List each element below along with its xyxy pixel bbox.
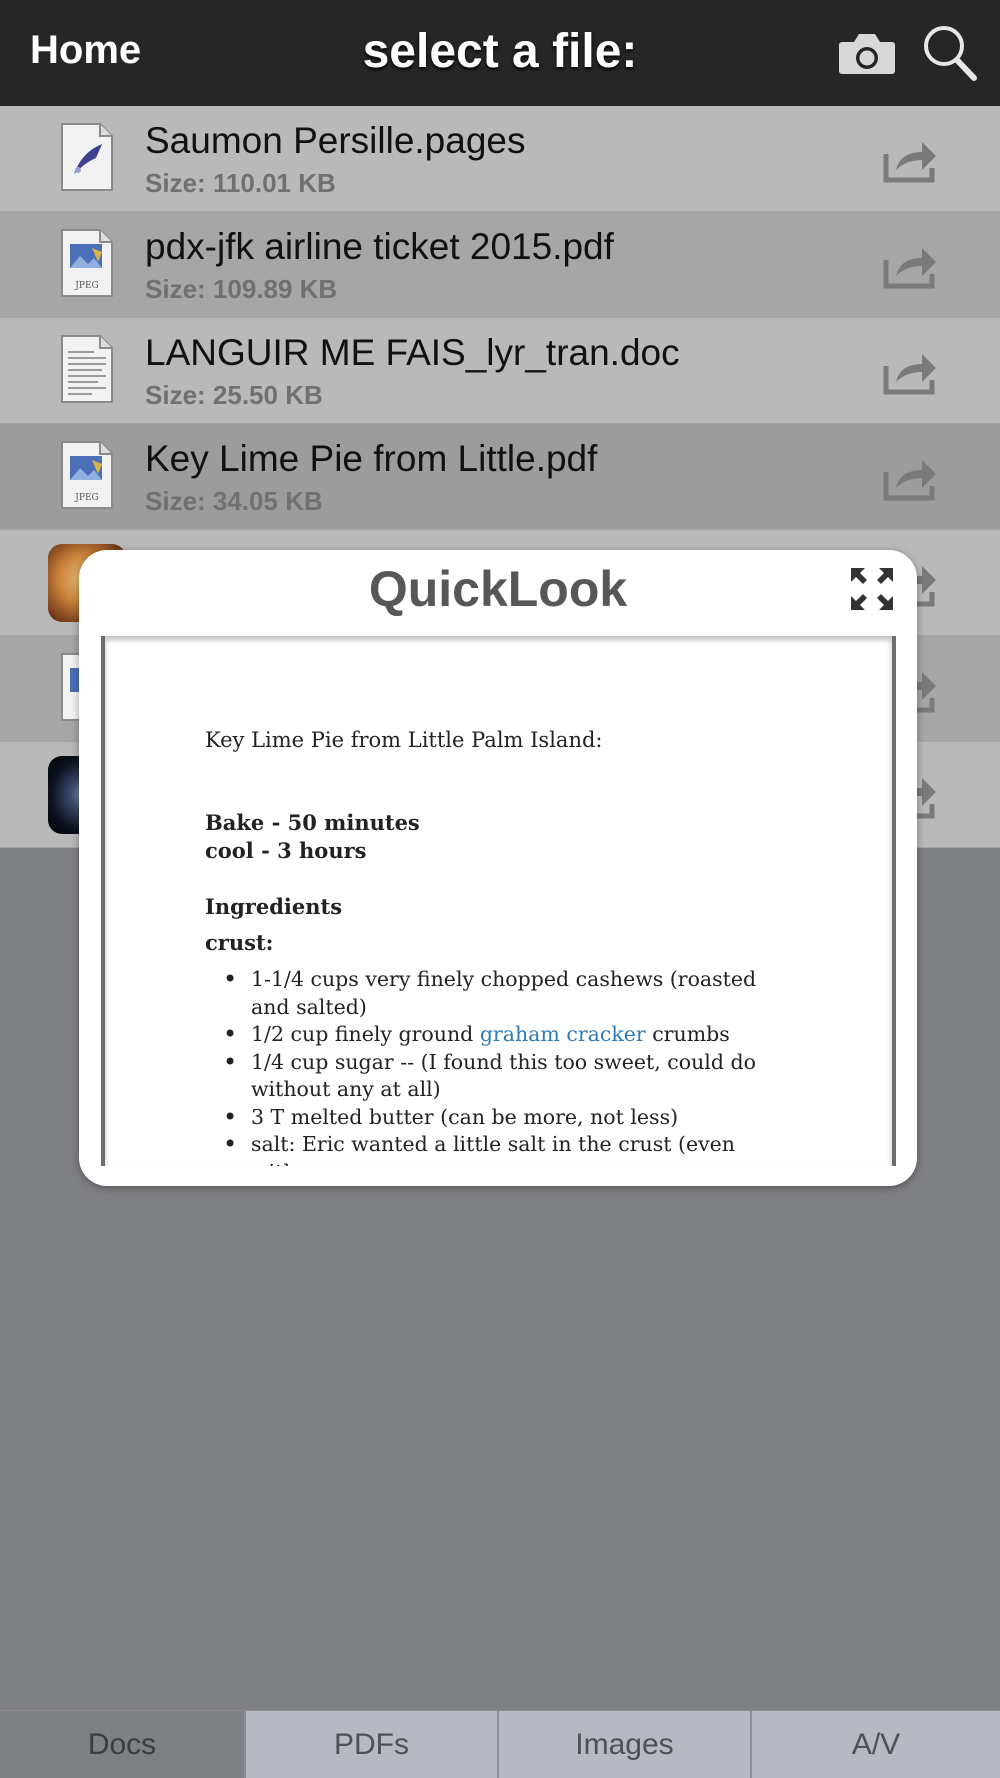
list-item: 1/2 cup finely ground graham cracker cru… — [223, 1021, 783, 1049]
crust-heading: crust: — [205, 930, 274, 955]
jpeg-preview-icon: JPEG — [56, 224, 118, 302]
list-item: 1/4 cup sugar -- (I found this too sweet… — [223, 1049, 783, 1104]
list-item-text: crumbs — [645, 1022, 730, 1046]
svg-text:JPEG: JPEG — [74, 493, 98, 503]
document-title: Key Lime Pie from Little Palm Island: — [205, 728, 603, 752]
document-preview[interactable]: Key Lime Pie from Little Palm Island: Ba… — [101, 636, 896, 1166]
share-icon[interactable] — [880, 134, 940, 184]
ingredients-heading: Ingredients — [205, 894, 343, 919]
graham-cracker-link[interactable]: graham cracker — [480, 1022, 646, 1046]
file-row[interactable]: Saumon Persille.pages Size: 110.01 KB — [0, 106, 1000, 212]
share-icon[interactable] — [880, 346, 940, 396]
text-document-icon — [56, 330, 118, 408]
home-button[interactable]: Home — [30, 28, 141, 73]
list-item: salt: Eric wanted a little salt in the c… — [223, 1131, 783, 1166]
tab-bar: Docs PDFs Images A/V — [0, 1710, 1000, 1778]
file-name: LANGUIR ME FAIS_lyr_tran.doc — [145, 332, 680, 373]
quicklook-popup: QuickLook Key Lime Pie from Little Palm … — [79, 550, 917, 1186]
camera-icon[interactable] — [838, 28, 896, 78]
file-row[interactable]: LANGUIR ME FAIS_lyr_tran.doc Size: 25.50… — [0, 318, 1000, 424]
file-size: Size: 34.05 KB — [145, 486, 323, 516]
crust-ingredient-list: 1-1/4 cups very finely chopped cashews (… — [223, 966, 783, 1166]
share-icon[interactable] — [880, 240, 940, 290]
share-icon[interactable] — [880, 452, 940, 502]
file-name: pdx-jfk airline ticket 2015.pdf — [145, 226, 614, 267]
tab-av[interactable]: A/V — [752, 1711, 1000, 1778]
file-row-selected[interactable]: JPEG Key Lime Pie from Little.pdf Size: … — [0, 424, 1000, 530]
tab-images[interactable]: Images — [499, 1711, 752, 1778]
list-item: 3 T melted butter (can be more, not less… — [223, 1104, 783, 1132]
pages-document-icon — [56, 118, 118, 196]
expand-icon[interactable] — [849, 566, 895, 612]
cool-time: cool - 3 hours — [205, 838, 367, 863]
file-row[interactable]: JPEG pdx-jfk airline ticket 2015.pdf Siz… — [0, 212, 1000, 318]
file-name: Key Lime Pie from Little.pdf — [145, 438, 598, 479]
file-name: Saumon Persille.pages — [145, 120, 526, 161]
bake-time: Bake - 50 minutes — [205, 810, 420, 835]
jpeg-preview-icon: JPEG — [56, 436, 118, 514]
search-icon[interactable] — [920, 22, 980, 84]
svg-text:JPEG: JPEG — [74, 281, 98, 291]
file-size: Size: 109.89 KB — [145, 274, 338, 304]
list-item: 1-1/4 cups very finely chopped cashews (… — [223, 966, 783, 1021]
tab-docs[interactable]: Docs — [0, 1711, 246, 1778]
top-nav-bar: Home select a file: — [0, 0, 1000, 106]
quicklook-title: QuickLook — [368, 561, 628, 617]
file-size: Size: 25.50 KB — [145, 380, 323, 410]
tab-pdfs[interactable]: PDFs — [246, 1711, 499, 1778]
list-item-text: 1/2 cup finely ground — [251, 1022, 480, 1046]
file-size: Size: 110.01 KB — [145, 168, 336, 198]
